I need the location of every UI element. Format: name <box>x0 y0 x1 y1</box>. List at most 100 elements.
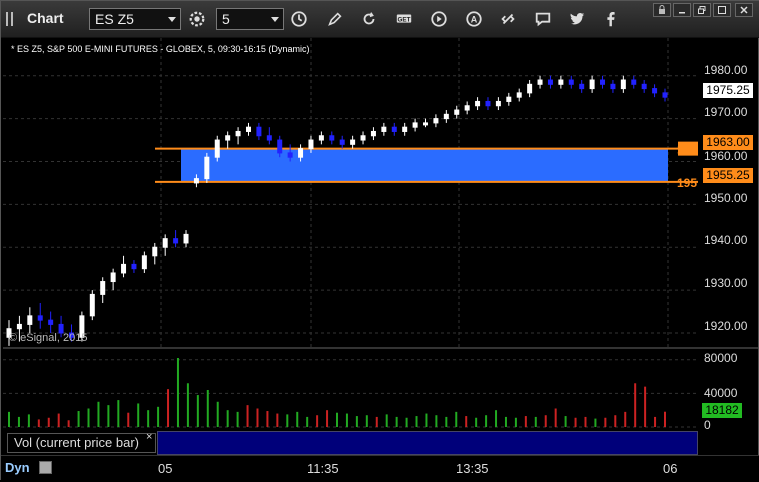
volume-tick: 40000 <box>704 386 738 400</box>
link-icon <box>501 13 515 25</box>
symbol-value: ES Z5 <box>95 11 134 27</box>
candle-body <box>412 122 418 128</box>
zone-lower-tag: 1955.25 <box>703 168 753 183</box>
candle-body <box>370 130 376 137</box>
candle-body <box>350 139 356 145</box>
lock-icon[interactable] <box>39 461 52 474</box>
candle-body <box>287 152 293 158</box>
chart-header: * ES Z5, S&P 500 E-MINI FUTURES - GLOBEX… <box>11 44 310 54</box>
alert-icon: A <box>466 11 482 27</box>
link-button[interactable] <box>495 7 521 31</box>
candle-body <box>27 315 33 325</box>
candle-body <box>454 109 460 115</box>
price-tick: 1960.00 <box>704 149 748 163</box>
candle-body <box>339 139 345 145</box>
svg-text:GET: GET <box>398 16 411 23</box>
symbol-input[interactable]: ES Z5 <box>89 8 181 30</box>
alert-button[interactable]: A <box>461 7 487 31</box>
candle-body <box>360 135 366 141</box>
svg-text:A: A <box>471 15 478 25</box>
interval-input[interactable]: 5 <box>216 8 284 30</box>
comment-button[interactable] <box>530 7 556 31</box>
interval-clock-button[interactable] <box>286 7 312 31</box>
candle-body <box>464 105 470 111</box>
candle-body <box>641 83 647 90</box>
candle-body <box>652 88 658 94</box>
refresh-button[interactable] <box>356 7 382 31</box>
last-volume-tag: 18182 <box>702 403 742 418</box>
candle-body <box>152 246 158 257</box>
volume-plot[interactable] <box>3 349 698 431</box>
candle-body <box>214 139 220 158</box>
candle-body <box>589 79 595 90</box>
candle-body <box>121 263 127 274</box>
zone-lower-clip-label: 195 <box>677 176 697 190</box>
candle-body <box>245 126 251 132</box>
volume-study-close-icon[interactable]: × <box>146 431 152 443</box>
volume-study-band <box>157 431 698 455</box>
volume-study-label[interactable]: Vol (current price bar) <box>7 433 156 453</box>
zone-upper-tag: 1963.00 <box>703 135 753 150</box>
candle-body <box>131 263 137 270</box>
price-plot[interactable]: 196 195 <box>3 38 698 348</box>
candle-body <box>620 79 626 90</box>
candle-body <box>537 79 543 85</box>
price-axis[interactable]: 1980.00 1970.00 1960.00 1950.00 1940.00 … <box>698 38 758 348</box>
volume-study-row: Vol (current price bar) × <box>3 431 758 455</box>
pencil-icon <box>328 12 342 26</box>
candle-body <box>100 281 106 295</box>
dynamic-mode-label[interactable]: Dyn <box>5 460 30 475</box>
candle-body <box>568 79 574 85</box>
candle-body <box>516 92 522 98</box>
window-title: Chart <box>27 10 64 26</box>
twitter-button[interactable] <box>565 7 591 31</box>
candle-body <box>204 156 210 180</box>
price-chart-area[interactable]: 196 195 * ES Z5, S&P 500 E-MINI FUTURES -… <box>3 38 698 348</box>
facebook-icon <box>607 11 615 27</box>
time-tick: 13:35 <box>456 461 489 476</box>
candle-body <box>662 92 668 98</box>
facebook-button[interactable] <box>598 7 624 31</box>
candle-body <box>48 319 54 325</box>
time-axis[interactable]: Dyn 05 11:35 13:35 06 <box>1 455 759 482</box>
restore-button[interactable] <box>693 3 711 17</box>
candle-body <box>225 135 231 141</box>
time-tick: 05 <box>158 461 173 476</box>
time-tick: 06 <box>663 461 678 476</box>
candle-body <box>37 315 43 321</box>
candle-body <box>110 272 116 283</box>
candle-body <box>256 126 262 137</box>
close-button[interactable] <box>735 3 753 17</box>
candle-body <box>558 79 564 85</box>
volume-axis[interactable]: 80000 40000 0 18182 <box>698 349 758 432</box>
symbol-settings-icon <box>189 11 205 27</box>
chart-window: Chart ES Z5 5 GET A 196 195 * ES Z5, S&P… <box>0 0 759 482</box>
grip-icon[interactable] <box>6 12 18 26</box>
candle-body <box>329 135 335 141</box>
play-button[interactable] <box>426 7 452 31</box>
draw-button[interactable] <box>322 7 348 31</box>
twitter-icon <box>570 13 585 25</box>
candle-body <box>527 83 533 94</box>
candle-body <box>475 100 481 107</box>
restore-icon <box>698 6 706 14</box>
last-price-tag: 1975.25 <box>703 83 753 98</box>
get-button[interactable]: GET <box>391 7 417 31</box>
maximize-button[interactable] <box>713 3 731 17</box>
candle-body <box>579 83 585 90</box>
chevron-down-icon[interactable] <box>168 17 176 22</box>
close-icon <box>740 6 748 14</box>
candle-body <box>141 255 147 270</box>
play-icon <box>431 11 447 27</box>
minimize-button[interactable] <box>673 3 691 17</box>
candle-body <box>308 139 314 150</box>
toolbar: Chart ES Z5 5 GET A <box>1 1 759 38</box>
zone-upper-clip-label: 196 <box>677 143 697 157</box>
volume-chart-area[interactable] <box>3 349 698 431</box>
comment-icon <box>535 12 551 27</box>
link-window-button[interactable] <box>653 3 671 17</box>
chevron-down-icon[interactable] <box>271 17 279 22</box>
symbol-settings-button[interactable] <box>184 7 210 31</box>
candle-body <box>423 122 429 126</box>
candle-body <box>277 139 283 154</box>
